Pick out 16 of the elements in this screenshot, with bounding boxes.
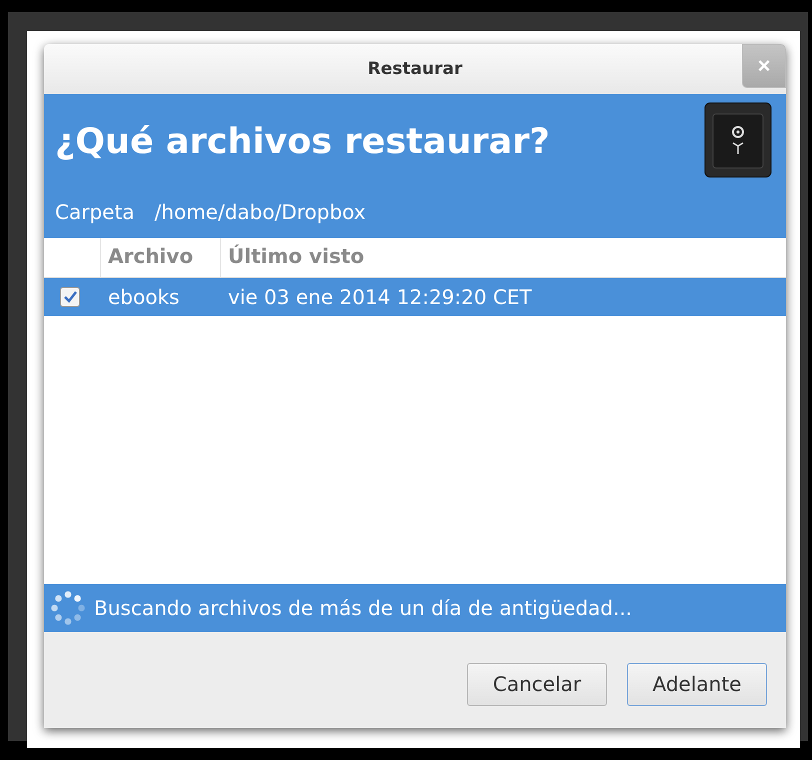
- folder-path: /home/dabo/Dropbox: [154, 200, 366, 224]
- close-button[interactable]: ×: [742, 44, 786, 88]
- column-header[interactable]: Archivo: [100, 238, 220, 277]
- dialog-button[interactable]: Cancelar: [467, 662, 607, 706]
- safe-icon: [704, 102, 772, 178]
- status-text: Buscando archivos de más de un día de antigüedad...: [94, 596, 632, 620]
- column-header[interactable]: Último visto: [220, 238, 786, 277]
- last-seen-date: vie 03 ene 2014 12:29:20 CET: [227, 285, 533, 309]
- window-title: Restaurar: [368, 59, 462, 79]
- folder-label: Carpeta: [55, 200, 135, 224]
- file-name: ebooks: [107, 285, 180, 309]
- checkbox[interactable]: [60, 287, 80, 307]
- dialog-heading: ¿Qué archivos restaurar?: [55, 122, 550, 162]
- dialog-button[interactable]: Adelante: [627, 662, 767, 706]
- spinner-icon: [50, 590, 86, 626]
- table-row[interactable]: ebooks vie 03 ene 2014 12:29:20 CET: [44, 278, 786, 316]
